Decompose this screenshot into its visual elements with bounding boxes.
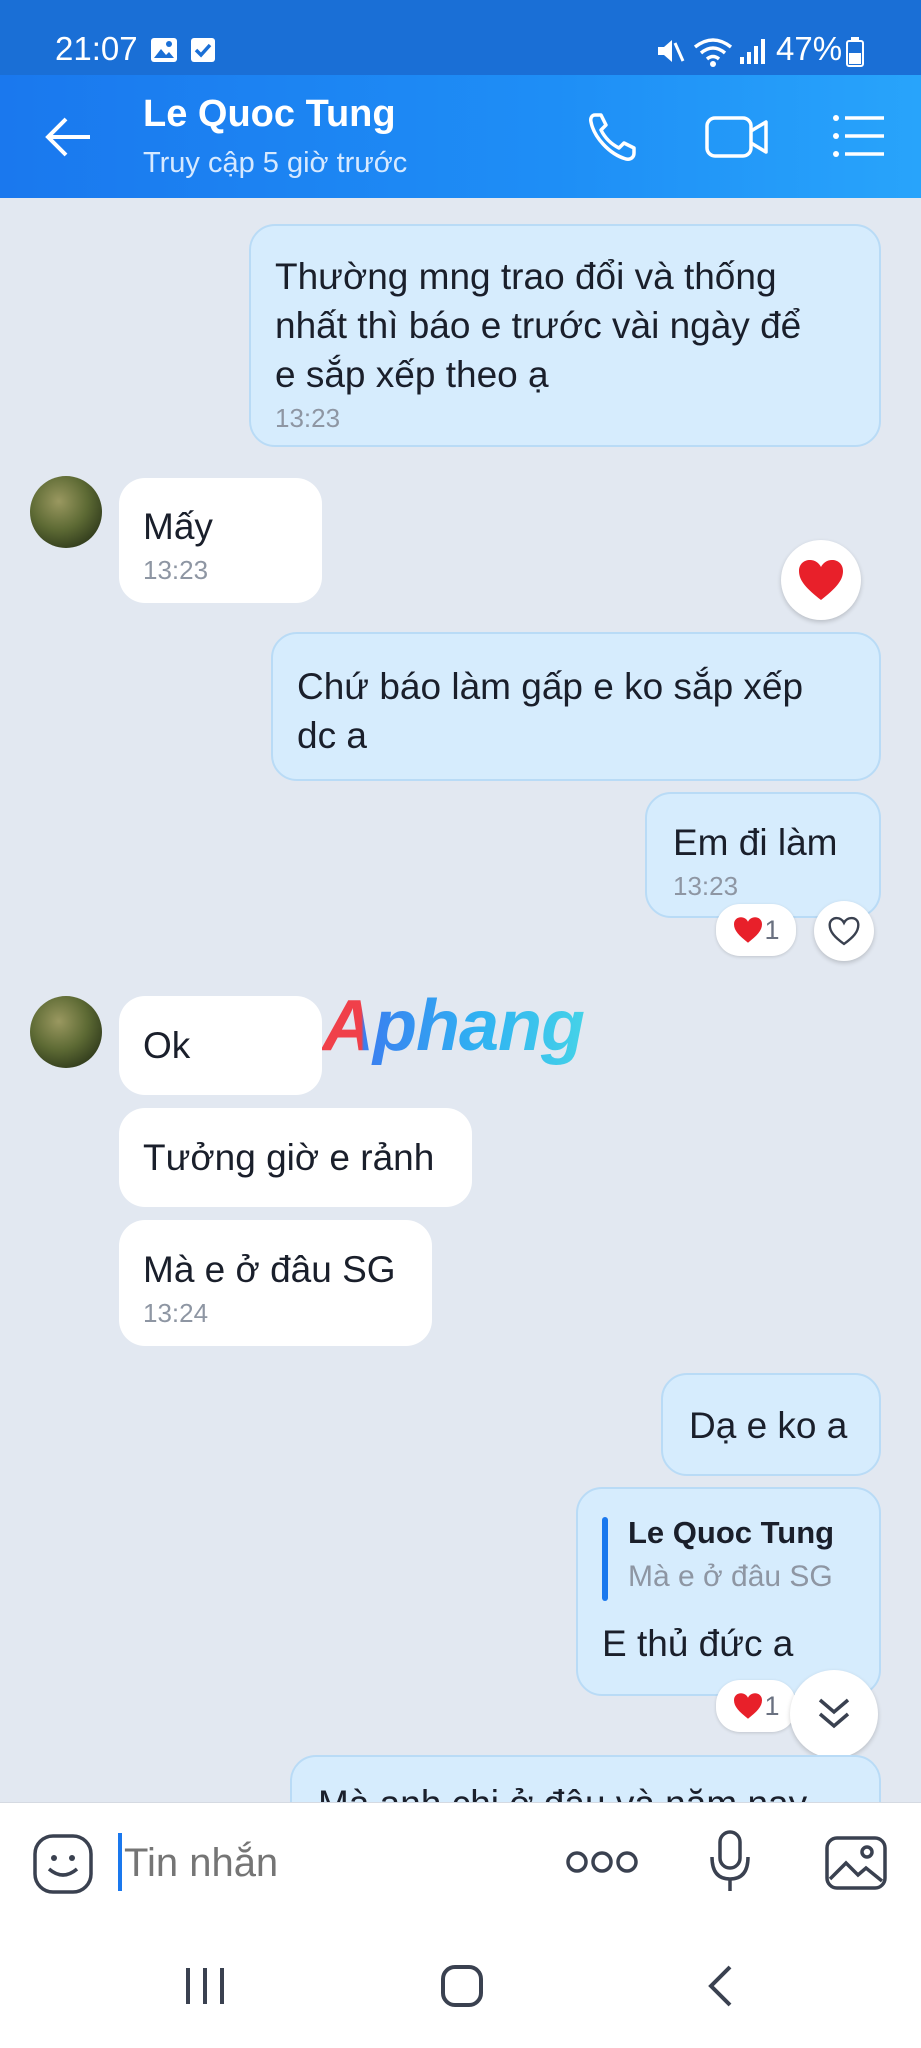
home-icon[interactable] — [440, 1964, 484, 2008]
microphone-icon[interactable] — [708, 1829, 752, 1895]
message-incoming[interactable]: Mà e ở đâu SG 13:24 — [119, 1220, 432, 1346]
message-text: Tưởng giờ e rảnh — [143, 1137, 435, 1178]
battery-icon — [846, 37, 864, 67]
contact-avatar[interactable] — [30, 476, 102, 548]
message-input-bar — [0, 1802, 921, 1923]
reaction-count-badge[interactable]: 1 — [716, 1680, 796, 1732]
more-options-icon[interactable] — [566, 1849, 638, 1875]
reaction-count: 1 — [764, 1690, 780, 1721]
message-time: 13:23 — [673, 871, 739, 901]
message-text: Thường mng trao đổi và thống — [275, 256, 777, 297]
menu-list-icon[interactable] — [832, 111, 886, 161]
heart-icon — [799, 560, 843, 600]
system-navigation-bar — [0, 1922, 921, 2048]
quote-author: Le Quoc Tung — [628, 1515, 835, 1550]
message-text: Mà e ở đâu SG — [143, 1249, 396, 1290]
react-button[interactable] — [814, 901, 874, 961]
mute-icon — [658, 40, 685, 62]
quick-react-button[interactable] — [781, 540, 861, 620]
double-chevron-down-icon — [818, 1698, 850, 1729]
message-text: Em đi làm — [673, 822, 838, 863]
image-gallery-icon[interactable] — [824, 1835, 888, 1891]
message-outgoing[interactable]: Chứ báo làm gấp e ko sắp xếp dc a — [271, 632, 881, 781]
message-time: 13:24 — [143, 1298, 209, 1328]
message-text: E thủ đức a — [602, 1623, 794, 1664]
message-incoming[interactable]: Ok — [119, 996, 322, 1095]
checkbox-notification-icon — [191, 38, 215, 62]
gallery-notification-icon — [151, 38, 177, 62]
message-text: Mấy — [143, 506, 213, 547]
message-outgoing[interactable]: Em đi làm 13:23 — [645, 792, 881, 918]
emoji-sticker-icon[interactable] — [32, 1833, 94, 1895]
heart-icon — [734, 917, 763, 943]
heart-icon — [734, 1693, 763, 1719]
signal-icon — [740, 39, 765, 64]
wifi-icon — [693, 38, 733, 67]
message-input[interactable] — [122, 1833, 526, 1893]
contact-name[interactable]: Le Quoc Tung — [143, 93, 396, 136]
message-outgoing[interactable]: Thường mng trao đổi và thống nhất thì bá… — [249, 224, 881, 447]
last-seen-status: Truy cập 5 giờ trước — [143, 147, 408, 179]
chat-header: Le Quoc Tung Truy cập 5 giờ trước — [0, 75, 921, 198]
message-text: Dạ e ko a — [689, 1405, 848, 1446]
message-text: dc a — [297, 715, 367, 756]
scroll-to-bottom-button[interactable] — [790, 1670, 878, 1758]
message-time: 13:23 — [143, 555, 209, 585]
message-incoming[interactable]: Tưởng giờ e rảnh — [119, 1108, 472, 1207]
back-nav-icon[interactable] — [706, 1964, 734, 2008]
reaction-count-badge[interactable]: 1 — [716, 904, 796, 956]
quote-text: Mà e ở đâu SG — [628, 1560, 833, 1593]
reaction-count: 1 — [764, 914, 780, 945]
message-outgoing[interactable]: Dạ e ko a — [661, 1373, 881, 1476]
message-outgoing-reply[interactable]: Le Quoc Tung Mà e ở đâu SG E thủ đức a — [576, 1487, 881, 1696]
message-text: nhất thì báo e trước vài ngày để — [275, 305, 802, 346]
video-call-icon[interactable] — [704, 113, 770, 163]
heart-outline-icon — [828, 916, 860, 946]
status-bar: 21:07 47% — [0, 0, 921, 75]
status-time: 21:07 — [55, 30, 138, 67]
message-text: e sắp xếp theo ạ — [275, 354, 549, 395]
message-incoming[interactable]: Mấy 13:23 — [119, 478, 322, 603]
message-time: 13:23 — [275, 403, 341, 433]
quote-bar — [602, 1517, 608, 1601]
message-text: Ok — [143, 1025, 191, 1066]
contact-avatar[interactable] — [30, 996, 102, 1068]
battery-percent: 47% — [776, 30, 843, 67]
watermark-logo: Aphang — [322, 986, 585, 1066]
phone-call-icon[interactable] — [585, 109, 641, 165]
message-text: Chứ báo làm gấp e ko sắp xếp — [297, 666, 804, 707]
recent-apps-icon[interactable] — [182, 1966, 228, 2006]
back-arrow-icon[interactable] — [44, 115, 92, 159]
quoted-message[interactable]: Le Quoc Tung Mà e ở đâu SG — [602, 1511, 855, 1607]
